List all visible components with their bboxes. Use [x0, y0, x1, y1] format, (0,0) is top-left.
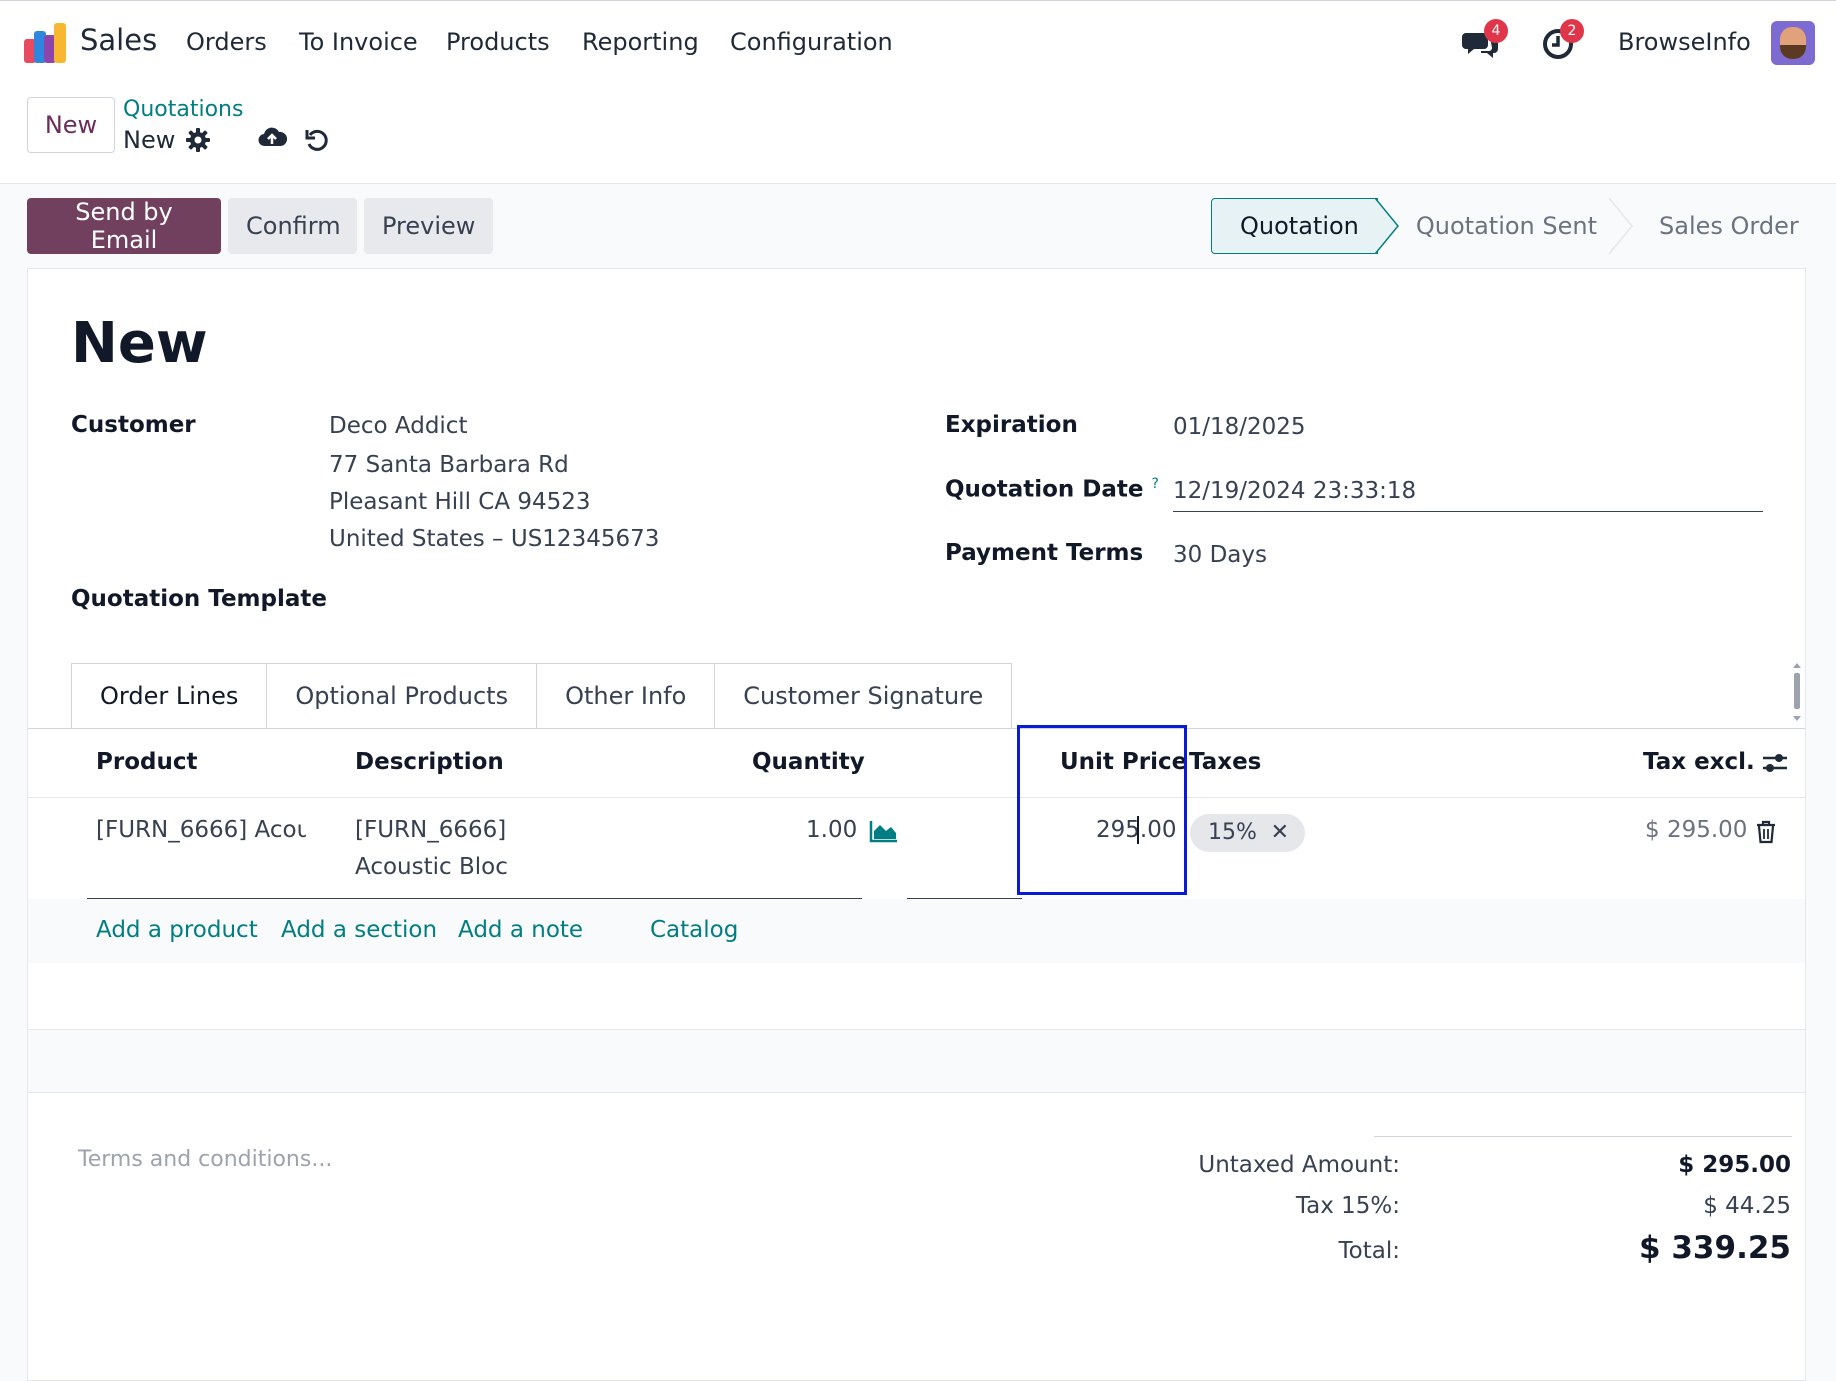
column-quantity[interactable]: Quantity [752, 749, 865, 775]
untaxed-amount-value: $ 295.00 [1678, 1152, 1791, 1178]
payment-terms-label: Payment Terms [945, 540, 1144, 566]
catalog-link[interactable]: Catalog [650, 917, 738, 943]
line-description-1[interactable]: [FURN_6666] [355, 817, 506, 843]
breadcrumb-quotations[interactable]: Quotations [123, 97, 243, 122]
tab-optional-products[interactable]: Optional Products [266, 663, 538, 729]
customer-name[interactable]: Deco Addict [329, 413, 467, 439]
scrollbar[interactable] [1792, 663, 1802, 721]
line-description-2[interactable]: Acoustic Bloc [355, 854, 508, 880]
company-switcher[interactable]: BrowseInfo [1618, 28, 1751, 56]
line-subtotal: $ 295.00 [1645, 817, 1748, 843]
remove-tag-icon[interactable]: ✕ [1271, 814, 1289, 852]
customer-street: 77 Santa Barbara Rd [329, 452, 569, 478]
discard-undo-icon[interactable] [303, 126, 331, 154]
add-note-link[interactable]: Add a note [458, 917, 583, 943]
messages-icon[interactable]: 4 [1462, 19, 1508, 63]
optional-columns-icon[interactable] [1761, 750, 1789, 776]
sales-app-logo-icon[interactable] [24, 23, 66, 63]
header-divider [28, 797, 1805, 798]
customer-country: United States – US12345673 [329, 526, 660, 552]
quotation-date-underline [1173, 511, 1763, 512]
form-sheet: New Customer Deco Addict 77 Santa Barbar… [27, 268, 1806, 1381]
column-tax-excl[interactable]: Tax excl. [1643, 749, 1755, 775]
tax-label: Tax 15%: [1295, 1193, 1400, 1219]
expiration-label: Expiration [945, 412, 1078, 438]
messages-badge: 4 [1484, 19, 1508, 43]
customer-city: Pleasant Hill CA 94523 [329, 489, 591, 515]
forecast-chart-icon[interactable] [869, 819, 899, 843]
column-description[interactable]: Description [355, 749, 504, 775]
line-quantity[interactable]: 1.00 [806, 817, 857, 843]
tab-order-lines[interactable]: Order Lines [71, 663, 268, 729]
preview-button[interactable]: Preview [364, 198, 493, 254]
user-avatar[interactable] [1771, 21, 1815, 65]
tab-divider [28, 728, 1805, 729]
customer-label: Customer [71, 412, 196, 438]
stage-quotation-sent[interactable]: Quotation Sent [1378, 198, 1625, 254]
status-bar: Quotation Quotation Sent Sales Order [1211, 198, 1827, 254]
quotation-date-label-text: Quotation Date [945, 476, 1144, 503]
tab-other-info[interactable]: Other Info [536, 663, 716, 729]
quotation-date-field[interactable]: 12/19/2024 23:33:18 [1173, 478, 1416, 504]
confirm-button[interactable]: Confirm [228, 198, 357, 254]
stage-arrow-divider [1374, 198, 1399, 254]
menu-to-invoice[interactable]: To Invoice [299, 28, 418, 56]
add-section-link[interactable]: Add a section [281, 917, 437, 943]
empty-table-band [28, 1029, 1805, 1093]
menu-configuration[interactable]: Configuration [730, 28, 893, 56]
totals-divider [1374, 1136, 1792, 1137]
breadcrumb-current: New [123, 126, 176, 154]
quotation-template-label: Quotation Template [71, 586, 327, 612]
app-name[interactable]: Sales [80, 23, 157, 57]
send-by-email-button[interactable]: Send by Email [27, 198, 221, 254]
stage-quotation[interactable]: Quotation [1211, 198, 1378, 254]
add-product-link[interactable]: Add a product [96, 917, 258, 943]
column-product[interactable]: Product [96, 749, 197, 775]
total-value: $ 339.25 [1639, 1230, 1791, 1266]
terms-and-conditions-field[interactable]: Terms and conditions... [78, 1147, 332, 1172]
menu-reporting[interactable]: Reporting [582, 28, 699, 56]
gear-icon[interactable] [184, 126, 212, 154]
quotation-date-label: Quotation Date ? [945, 476, 1159, 503]
stage-arrow-divider-2 [1608, 198, 1633, 254]
untaxed-amount-label: Untaxed Amount: [1198, 1152, 1400, 1178]
tax-tag[interactable]: 15% ✕ [1190, 814, 1305, 852]
menu-orders[interactable]: Orders [186, 28, 267, 56]
unit-price-highlight-box [1017, 725, 1187, 895]
new-button[interactable]: New [27, 97, 115, 153]
delete-line-trash-icon[interactable] [1755, 820, 1777, 844]
column-taxes[interactable]: Taxes [1189, 749, 1261, 775]
top-navbar: Sales Orders To Invoice Products Reporti… [0, 0, 1836, 84]
tax-tag-label: 15% [1208, 820, 1257, 845]
menu-products[interactable]: Products [446, 28, 550, 56]
total-label: Total: [1338, 1238, 1400, 1264]
line-product[interactable]: [FURN_6666] Acous [96, 817, 306, 843]
record-title: New [71, 311, 208, 376]
expiration-field[interactable]: 01/18/2025 [1173, 414, 1306, 440]
stage-sales-order[interactable]: Sales Order [1625, 198, 1827, 254]
activities-clock-icon[interactable]: 2 [1538, 19, 1584, 63]
payment-terms-field[interactable]: 30 Days [1173, 542, 1267, 568]
help-tooltip-icon[interactable]: ? [1152, 476, 1159, 492]
notebook-tabs: Order Lines Optional Products Other Info… [71, 663, 1013, 729]
activities-badge: 2 [1560, 19, 1584, 43]
save-cloud-icon[interactable] [257, 124, 288, 152]
tab-customer-signature[interactable]: Customer Signature [714, 663, 1013, 729]
tax-value: $ 44.25 [1703, 1193, 1791, 1219]
control-panel: New Quotations New [0, 84, 1836, 184]
